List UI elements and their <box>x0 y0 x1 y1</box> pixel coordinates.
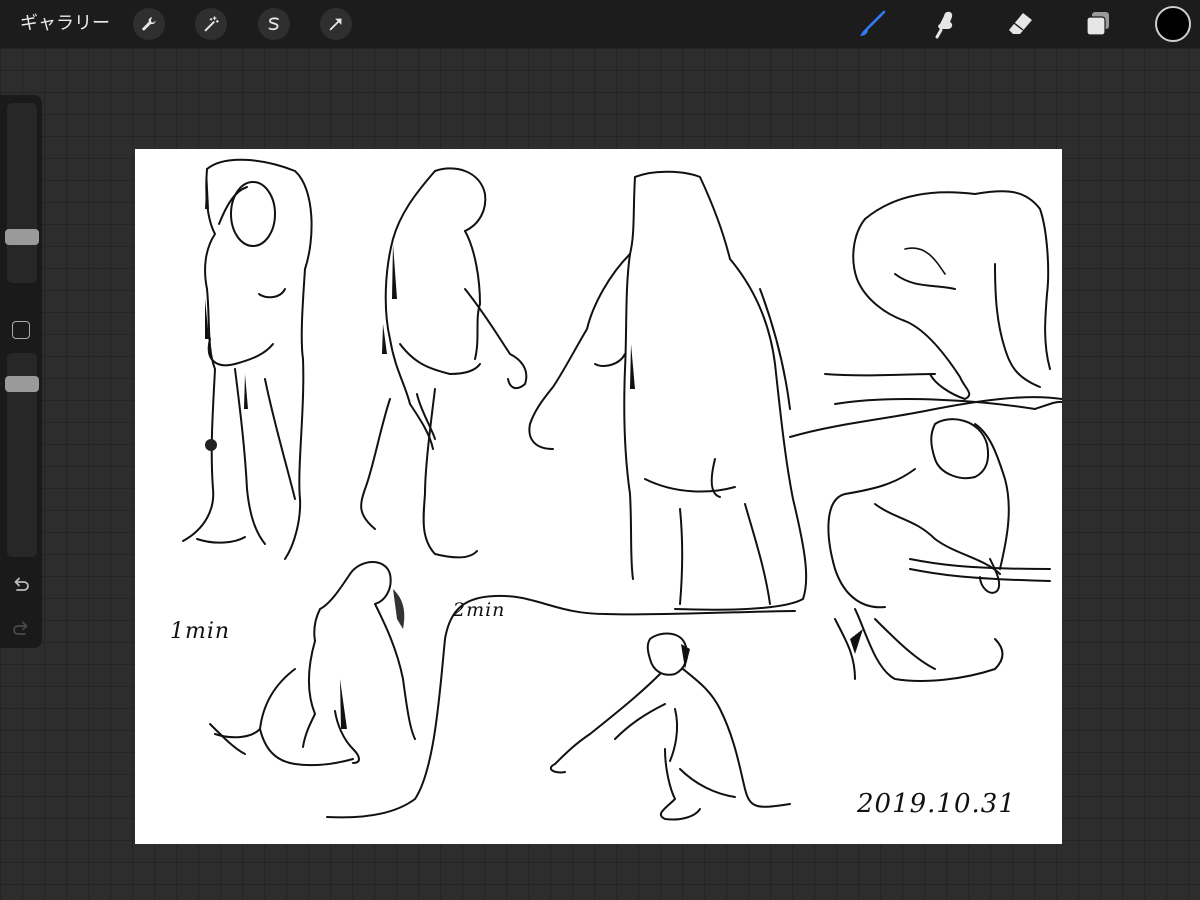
top-toolbar: ギャラリー <box>0 0 1200 48</box>
separator-curve-bottom <box>326 594 796 819</box>
brush-tool-button[interactable] <box>856 7 890 41</box>
two-minute-label: 2min <box>453 599 506 621</box>
figure-kneeling-reaching <box>549 632 791 821</box>
opacity-thumb[interactable] <box>5 376 39 392</box>
figure-guitar-player <box>827 418 1051 682</box>
smudge-tool-button[interactable] <box>928 7 962 41</box>
layers-tool-button[interactable] <box>1081 7 1115 41</box>
undo-icon[interactable] <box>9 573 33 597</box>
arrow-cursor-icon <box>329 18 342 31</box>
adjustments-button[interactable] <box>195 8 227 40</box>
eraser-icon <box>1009 13 1032 34</box>
selection-s-icon <box>268 17 279 31</box>
brush-size-thumb[interactable] <box>5 229 39 245</box>
one-minute-label: 1min <box>170 619 231 644</box>
figure-seated-looking-up <box>209 561 416 767</box>
separator-curve-top <box>789 396 1062 438</box>
eraser-tool-button[interactable] <box>1003 7 1037 41</box>
actions-button[interactable] <box>133 8 165 40</box>
smudge-finger-icon <box>935 11 953 39</box>
left-sidebar <box>0 95 42 648</box>
transform-button[interactable] <box>320 8 352 40</box>
figure-standing-arm-raised <box>182 158 313 560</box>
selection-button[interactable] <box>258 8 290 40</box>
layers-icon <box>1086 12 1109 36</box>
procreate-app: ギャラリー 1min 2min 2019.10.31 <box>0 0 1200 900</box>
date-label: 2019.10.31 <box>857 789 1016 819</box>
redo-icon[interactable] <box>9 617 33 641</box>
color-picker-button[interactable] <box>1155 6 1191 42</box>
figure-back-view <box>528 170 808 611</box>
modify-square-button[interactable] <box>12 321 30 339</box>
gallery-button[interactable]: ギャラリー <box>20 10 110 38</box>
brush-size-slider[interactable] <box>7 103 37 283</box>
magic-wand-icon <box>204 16 219 32</box>
figure-crouching <box>824 190 1062 410</box>
brush-icon <box>860 10 886 36</box>
sketch-drawing <box>182 158 1062 821</box>
wrench-icon <box>142 17 156 31</box>
figure-walking-side <box>360 167 528 559</box>
drawing-canvas[interactable]: 1min 2min 2019.10.31 <box>135 149 1062 844</box>
